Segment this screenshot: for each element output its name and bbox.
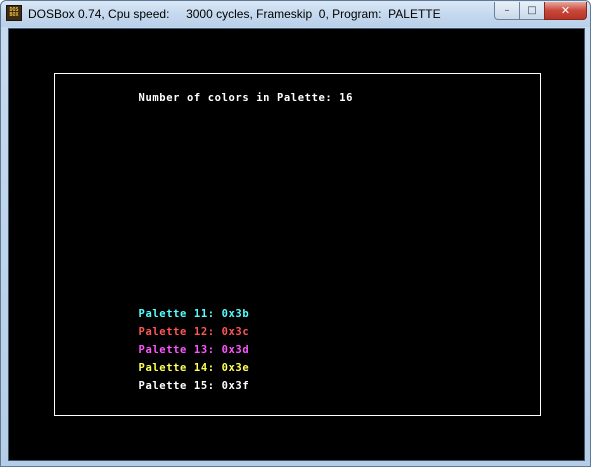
dos-screen[interactable]: Number of colors in Palette: 16 Palette … bbox=[8, 28, 585, 461]
maximize-button[interactable]: □ bbox=[519, 2, 545, 20]
palette-line-15: Palette 15: 0x3f bbox=[97, 368, 249, 404]
maximize-icon: □ bbox=[527, 5, 537, 16]
minimize-button[interactable]: – bbox=[494, 2, 520, 20]
close-button[interactable]: ✕ bbox=[544, 2, 587, 20]
app-icon-text-bottom: BOX bbox=[9, 12, 19, 18]
dosbox-window: DOS BOX DOSBox 0.74, Cpu speed: 3000 cyc… bbox=[0, 0, 591, 467]
heading-text: Number of colors in Palette: 16 bbox=[138, 92, 354, 104]
palette-value: 0x3f bbox=[221, 380, 250, 392]
window-title: DOSBox 0.74, Cpu speed: 3000 cycles, Fra… bbox=[28, 7, 441, 21]
close-icon: ✕ bbox=[560, 4, 571, 17]
title-bar[interactable]: DOS BOX DOSBox 0.74, Cpu speed: 3000 cyc… bbox=[1, 1, 590, 27]
palette-count-heading: Number of colors in Palette: 16 bbox=[97, 80, 353, 116]
dosbox-app-icon[interactable]: DOS BOX bbox=[6, 5, 22, 21]
minimize-icon: – bbox=[504, 5, 510, 16]
palette-label: Palette 15: bbox=[138, 380, 222, 392]
